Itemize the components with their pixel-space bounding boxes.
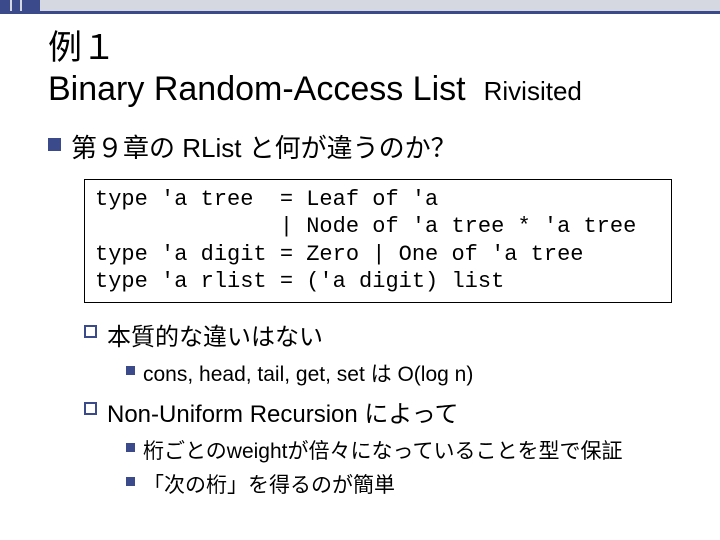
bullet-level3: cons, head, tail, get, set は O(log n) [126, 358, 672, 388]
sub1-item-0: cons, head, tail, get, set は O(log n) [143, 358, 473, 388]
sub2-item-1: 「次の桁」を得るのが簡単 [143, 469, 395, 499]
bullet-level2: Non-Uniform Recursion によって [84, 394, 672, 429]
slide-content: 例１ Binary Random-Access List Rivisited 第… [0, 0, 720, 523]
bullet-level1: 第９章の RList と何が違うのか？ [48, 128, 672, 165]
bullet-small-icon [126, 477, 135, 486]
title-line2-sub: Rivisited [484, 76, 582, 107]
bullet-small-icon [126, 443, 135, 452]
bullet1-text: 第９章の RList と何が違うのか？ [71, 128, 457, 165]
slide-top-accent [0, 0, 720, 14]
title-line2-main: Binary Random-Access List [48, 69, 466, 110]
slide-title: 例１ Binary Random-Access List Rivisited [48, 28, 672, 110]
sub2-heading: Non-Uniform Recursion によって [107, 394, 459, 429]
bullet-level3: 桁ごとのweightが倍々になっていることを型で保証 [126, 435, 672, 465]
bullet-hollow-icon [84, 402, 97, 415]
title-line1: 例１ [48, 28, 672, 69]
bullet-level2: 本質的な違いはない [84, 317, 672, 352]
bullet-level3: 「次の桁」を得るのが簡単 [126, 469, 672, 499]
bullet-solid-icon [48, 138, 61, 151]
bullet-hollow-icon [84, 325, 97, 338]
code-block: type 'a tree = Leaf of 'a | Node of 'a t… [84, 179, 672, 303]
bullet-small-icon [126, 366, 135, 375]
sub2-item-0: 桁ごとのweightが倍々になっていることを型で保証 [143, 435, 622, 465]
sub1-heading: 本質的な違いはない [107, 317, 323, 352]
